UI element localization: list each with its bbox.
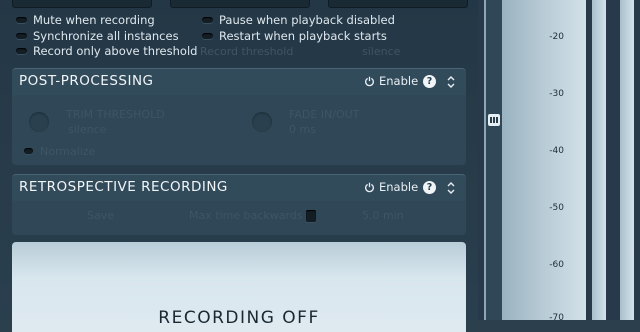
top-button-2[interactable] <box>170 0 310 8</box>
pause-playback-disabled-label: Pause when playback disabled <box>219 13 395 27</box>
fade-in-out-value: 0 ms <box>289 123 316 136</box>
post-processing-title: POST-PROCESSING <box>19 73 154 89</box>
meter-tick-label: -60 <box>549 260 564 270</box>
pause-playback-disabled-toggle[interactable] <box>202 17 213 23</box>
synchronize-instances-toggle[interactable] <box>16 33 27 39</box>
fade-in-out-knob[interactable] <box>252 112 272 132</box>
meter-tick-label: -70 <box>549 313 564 323</box>
meter-tick-label: -20 <box>549 32 564 42</box>
trim-threshold-value: silence <box>68 123 107 136</box>
record-above-threshold-label: Record only above threshold <box>33 44 198 58</box>
help-icon[interactable]: ? <box>423 181 436 194</box>
chevron-up-down-icon[interactable] <box>446 75 456 89</box>
record-threshold-value[interactable]: silence <box>362 45 400 58</box>
mute-when-recording-label: Mute when recording <box>33 13 155 27</box>
retrospective-body: Save Max time backwards 5.0 min <box>12 201 466 235</box>
top-button-row <box>12 0 468 8</box>
meter-side-strip <box>486 0 502 320</box>
recording-status-display: RECORDING OFF <box>12 242 466 332</box>
retrospective-header: RETROSPECTIVE RECORDING Enable ? <box>12 175 466 201</box>
post-processing-body: TRIM THRESHOLD silence FADE IN/OUT 0 ms … <box>12 95 466 165</box>
synchronize-instances-label: Synchronize all instances <box>33 29 179 43</box>
meter-tick-label: -40 <box>549 146 564 156</box>
power-icon[interactable] <box>364 76 375 87</box>
help-icon[interactable]: ? <box>423 75 436 88</box>
normalize-toggle[interactable] <box>24 148 33 154</box>
top-button-1[interactable] <box>12 0 152 8</box>
level-bar-right <box>620 0 634 320</box>
save-button[interactable]: Save <box>87 209 114 222</box>
post-processing-header: POST-PROCESSING Enable ? <box>12 69 466 95</box>
trim-threshold-label: TRIM THRESHOLD <box>66 108 165 121</box>
power-icon[interactable] <box>364 182 375 193</box>
recording-status-text: RECORDING OFF <box>158 308 320 328</box>
max-time-value[interactable]: 5.0 min <box>362 209 404 222</box>
max-time-label: Max time backwards <box>189 209 303 222</box>
post-processing-section: POST-PROCESSING Enable ? TRIM THRESHOLD … <box>12 68 466 165</box>
meter-tick-label: -30 <box>549 89 564 99</box>
trim-threshold-knob[interactable] <box>29 112 49 132</box>
normalize-label: Normalize <box>40 145 96 158</box>
post-processing-enable-label[interactable]: Enable <box>379 74 418 88</box>
fade-in-out-label: FADE IN/OUT <box>289 108 360 121</box>
record-threshold-label: Record threshold <box>200 45 294 58</box>
mute-when-recording-toggle[interactable] <box>16 17 27 23</box>
max-time-toggle[interactable] <box>306 210 316 222</box>
restart-playback-starts-label: Restart when playback starts <box>219 29 387 43</box>
retrospective-title: RETROSPECTIVE RECORDING <box>19 179 228 195</box>
retrospective-enable-label[interactable]: Enable <box>379 180 418 194</box>
level-bar-left <box>592 0 606 320</box>
record-above-threshold-toggle[interactable] <box>16 48 27 54</box>
chevron-up-down-icon[interactable] <box>446 181 456 195</box>
meter-bars-icon[interactable] <box>488 114 500 126</box>
recorder-panel: Mute when recording Synchronize all inst… <box>0 0 478 332</box>
top-button-3[interactable] <box>328 0 468 8</box>
retrospective-section: RETROSPECTIVE RECORDING Enable ? Save Ma… <box>12 174 466 235</box>
meter-tick-label: -50 <box>549 203 564 213</box>
restart-playback-starts-toggle[interactable] <box>202 33 213 39</box>
